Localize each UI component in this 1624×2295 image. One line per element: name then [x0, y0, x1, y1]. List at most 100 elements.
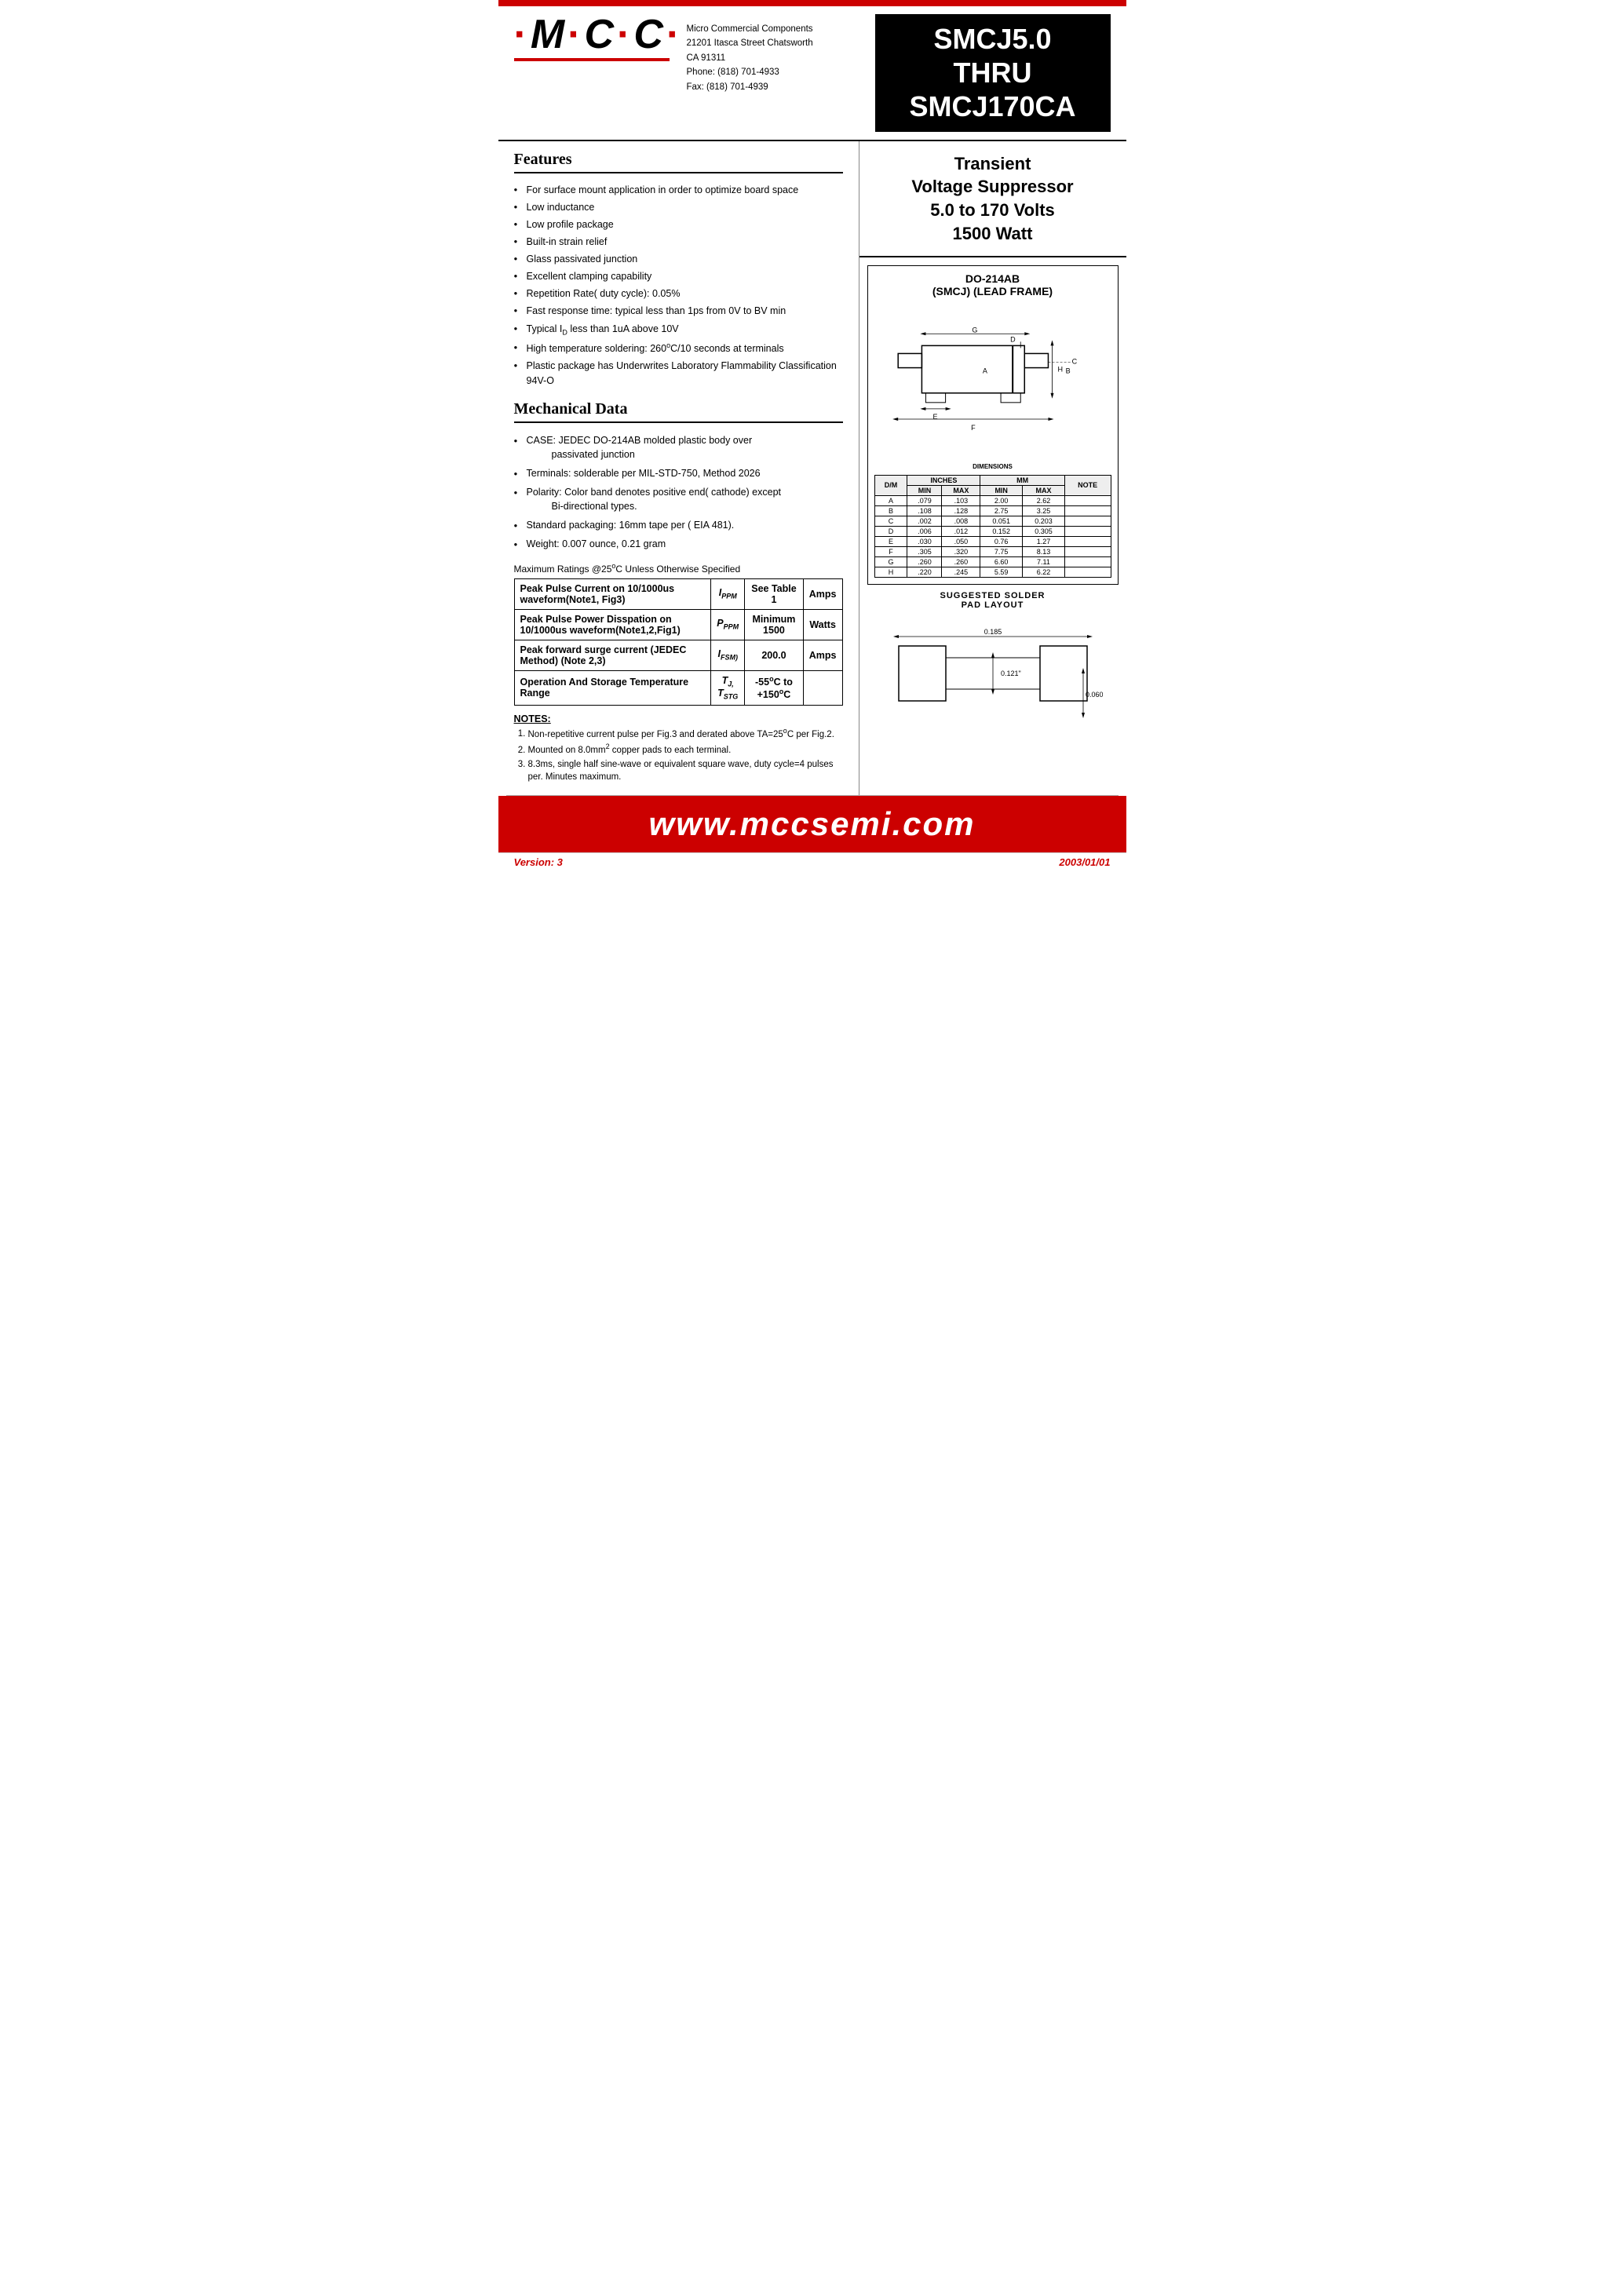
dimensions-table: D/M INCHES MM NOTE MIN MAX MIN MAX A.079…: [874, 475, 1111, 578]
description-cell: Peak Pulse Current on 10/1000us waveform…: [514, 578, 711, 609]
dim-row: E.030.0500.761.27: [874, 536, 1111, 546]
dim-mm-max: MAX: [1023, 485, 1065, 495]
dim-row: A.079.1032.002.62: [874, 495, 1111, 505]
unit-cell: Amps: [803, 578, 842, 609]
dim-row: B.108.1282.753.25: [874, 505, 1111, 516]
mechanical-title: Mechanical Data: [514, 400, 843, 423]
dim-header-note: NOTE: [1064, 475, 1111, 495]
product-line4: 1500 Watt: [953, 224, 1033, 243]
solder-pad-section: SUGGESTED SOLDERPAD LAYOUT 0.185 0.121": [859, 585, 1126, 741]
ratings-table: Peak Pulse Current on 10/1000us waveform…: [514, 578, 843, 706]
mechanical-item: Standard packaging: 16mm tape per ( EIA …: [514, 516, 843, 535]
notes-list: Non-repetitive current pulse per Fig.3 a…: [528, 726, 843, 784]
features-title: Features: [514, 151, 843, 173]
unit-cell: Amps: [803, 640, 842, 670]
mechanical-item: Terminals: solderable per MIL-STD-750, M…: [514, 464, 843, 483]
svg-text:0.121": 0.121": [1001, 670, 1021, 677]
address2: CA 91311: [687, 51, 875, 65]
feature-item: Repetition Rate( duty cycle): 0.05%: [514, 285, 843, 302]
feature-item: For surface mount application in order t…: [514, 181, 843, 199]
svg-text:H: H: [1057, 366, 1063, 374]
symbol-cell: IFSM): [711, 640, 745, 670]
dim-max: MAX: [942, 485, 980, 495]
svg-text:G: G: [972, 327, 977, 334]
svg-text:F: F: [971, 424, 976, 432]
header: ·M·C·C· Micro Commercial Components 2120…: [498, 6, 1126, 141]
svg-text:0.185: 0.185: [984, 628, 1002, 636]
svg-text:E: E: [932, 413, 937, 421]
unit-cell: Watts: [803, 609, 842, 640]
table-row: Operation And Storage Temperature Range …: [514, 670, 842, 705]
dim-mm-min: MIN: [980, 485, 1023, 495]
right-panel: Transient Voltage Suppressor 5.0 to 170 …: [859, 141, 1126, 795]
top-red-bar: [498, 0, 1126, 6]
feature-item: Glass passivated junction: [514, 250, 843, 268]
company-info: Micro Commercial Components 21201 Itasca…: [687, 14, 875, 94]
feature-item: Typical ID less than 1uA above 10V: [514, 320, 843, 340]
feature-item: Built-in strain relief: [514, 233, 843, 250]
mechanical-list: CASE: JEDEC DO-214AB molded plastic body…: [514, 431, 843, 554]
svg-text:A: A: [982, 367, 987, 375]
feature-item: Excellent clamping capability: [514, 268, 843, 285]
address1: 21201 Itasca Street Chatsworth: [687, 36, 875, 50]
notes-section: NOTES: Non-repetitive current pulse per …: [514, 713, 843, 784]
svg-text:C: C: [1071, 358, 1077, 366]
logo-section: ·M·C·C·: [514, 14, 687, 61]
value-cell: See Table 1: [745, 578, 804, 609]
note-item: Mounted on 8.0mm2 copper pads to each te…: [528, 742, 843, 757]
logo-underline: [514, 58, 670, 61]
notes-title: NOTES:: [514, 713, 843, 724]
logo: ·M·C·C·: [514, 14, 687, 55]
mechanical-item: Polarity: Color band denotes positive en…: [514, 483, 843, 516]
dimensions-label: DIMENSIONS: [874, 463, 1111, 470]
product-line1: Transient: [954, 154, 1031, 173]
feature-item: Plastic package has Underwrites Laborato…: [514, 357, 843, 389]
website-bar: www.mccsemi.com: [498, 796, 1126, 852]
product-desc-box: Transient Voltage Suppressor 5.0 to 170 …: [859, 141, 1126, 258]
feature-item: Low profile package: [514, 216, 843, 233]
version-bar: Version: 3 2003/01/01: [498, 852, 1126, 871]
main-content: Features For surface mount application i…: [498, 141, 1126, 795]
symbol-cell: TJ,TSTG: [711, 670, 745, 705]
fax: Fax: (818) 701-4939: [687, 80, 875, 94]
product-line2: Voltage Suppressor: [911, 177, 1073, 196]
mechanical-item: Weight: 0.007 ounce, 0.21 gram: [514, 535, 843, 553]
feature-item: High temperature soldering: 260oC/10 sec…: [514, 339, 843, 357]
date-text: 2003/01/01: [1059, 856, 1110, 868]
dim-row: F.305.3207.758.13: [874, 546, 1111, 556]
features-list: For surface mount application in order t…: [514, 181, 843, 389]
dim-row: D.006.0120.1520.305: [874, 526, 1111, 536]
table-row: Peak forward surge current (JEDEC Method…: [514, 640, 842, 670]
symbol-cell: PPPM: [711, 609, 745, 640]
company-name: Micro Commercial Components: [687, 22, 875, 36]
symbol-cell: IPPM: [711, 578, 745, 609]
dim-row: H.220.2455.596.22: [874, 567, 1111, 577]
feature-item: Low inductance: [514, 199, 843, 216]
mechanical-item: CASE: JEDEC DO-214AB molded plastic body…: [514, 431, 843, 464]
solder-pad-title: SUGGESTED SOLDERPAD LAYOUT: [867, 591, 1119, 610]
value-cell: -55oC to+150oC: [745, 670, 804, 705]
svg-text:D: D: [1010, 336, 1016, 344]
website-url: www.mccsemi.com: [649, 805, 976, 842]
product-line3: 5.0 to 170 Volts: [930, 200, 1055, 220]
solder-pad-svg: 0.185 0.121" 0.060": [883, 615, 1103, 732]
table-row: Peak Pulse Power Disspation on 10/1000us…: [514, 609, 842, 640]
description-cell: Peak forward surge current (JEDEC Method…: [514, 640, 711, 670]
max-ratings-note: Maximum Ratings @25oC Unless Otherwise S…: [514, 562, 843, 575]
svg-text:B: B: [1065, 367, 1070, 375]
note-item: Non-repetitive current pulse per Fig.3 a…: [528, 726, 843, 741]
dim-header: D/M: [874, 475, 907, 495]
package-diagram-svg: G H D A B E: [874, 302, 1111, 460]
dim-row: G.260.2606.607.11: [874, 556, 1111, 567]
part-number-box: SMCJ5.0THRUSMCJ170CA: [875, 14, 1111, 132]
description-cell: Operation And Storage Temperature Range: [514, 670, 711, 705]
package-diagram-box: DO-214AB (SMCJ) (LEAD FRAME): [867, 265, 1119, 584]
svg-text:0.060": 0.060": [1086, 691, 1103, 699]
note-item: 8.3ms, single half sine-wave or equivale…: [528, 758, 843, 783]
version-text: Version: 3: [514, 856, 563, 868]
table-row: Peak Pulse Current on 10/1000us waveform…: [514, 578, 842, 609]
dim-header-inches: INCHES: [907, 475, 980, 485]
left-panel: Features For surface mount application i…: [498, 141, 859, 795]
phone: Phone: (818) 701-4933: [687, 65, 875, 79]
package-title: DO-214AB (SMCJ) (LEAD FRAME): [874, 272, 1111, 297]
